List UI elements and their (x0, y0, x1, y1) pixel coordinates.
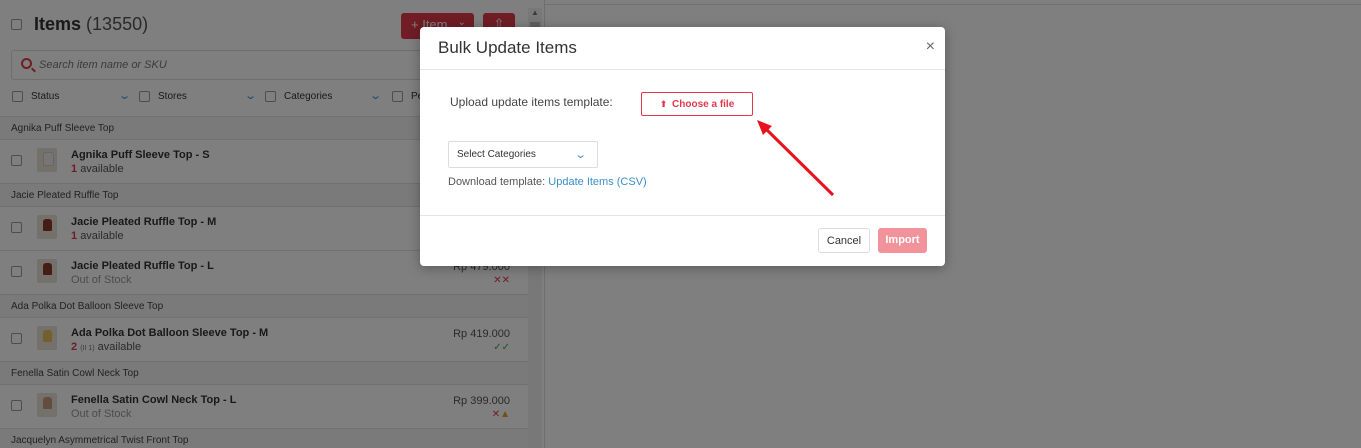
modal-header-divider (420, 69, 945, 70)
select-categories-value: Select Categories (457, 149, 536, 160)
download-template-label: Download template: (448, 176, 546, 188)
upload-icon: ⬆ (659, 99, 668, 109)
bulk-update-modal: Bulk Update Items × Upload update items … (420, 27, 945, 266)
chevron-down-icon: ⌄ (573, 149, 587, 161)
upload-label: Upload update items template: (450, 95, 613, 109)
choose-file-button[interactable]: ⬆ Choose a file (641, 92, 753, 116)
modal-footer-divider (420, 215, 945, 216)
close-icon[interactable]: × (926, 38, 935, 56)
import-button[interactable]: Import (878, 228, 927, 253)
download-template-link[interactable]: Update Items (CSV) (548, 176, 646, 188)
modal-title: Bulk Update Items (438, 38, 577, 57)
choose-file-label: Choose a file (672, 99, 735, 110)
cancel-button[interactable]: Cancel (818, 228, 870, 253)
select-categories-dropdown[interactable]: Select Categories ⌄ (448, 141, 598, 168)
download-template-line: Download template: Update Items (CSV) (448, 176, 647, 188)
